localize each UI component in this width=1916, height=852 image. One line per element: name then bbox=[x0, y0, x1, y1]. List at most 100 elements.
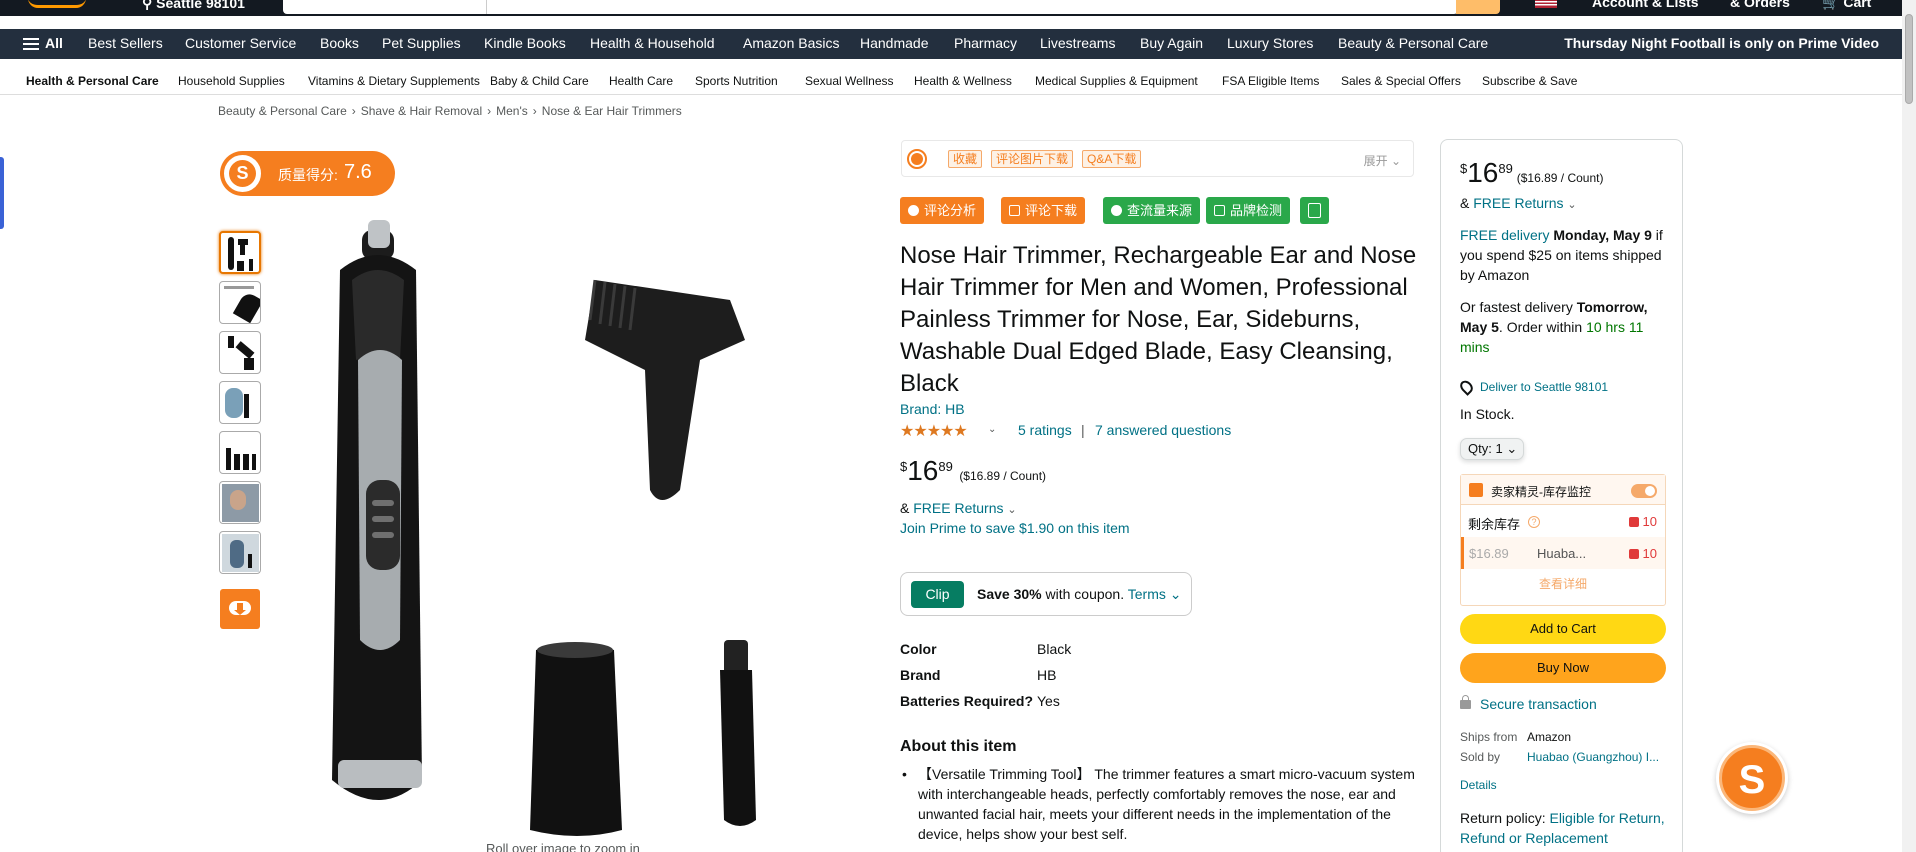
amazon-logo[interactable] bbox=[22, 0, 92, 14]
search-input[interactable] bbox=[283, 0, 1458, 14]
nav-health-household[interactable]: Health & Household bbox=[590, 35, 715, 51]
nav-buy-again[interactable]: Buy Again bbox=[1140, 35, 1203, 51]
quality-score-badge[interactable]: S 质量得分: 7.6 bbox=[220, 151, 395, 196]
nav-amazon-basics[interactable]: Amazon Basics bbox=[743, 35, 839, 51]
nav-all[interactable]: All bbox=[45, 35, 63, 51]
nav-beauty-personal-care[interactable]: Beauty & Personal Care bbox=[1338, 35, 1488, 51]
spec-value: Black bbox=[1037, 641, 1072, 657]
remaining-stock-count: 10 bbox=[1628, 514, 1657, 529]
spec-key: Batteries Required? bbox=[900, 693, 1034, 709]
image-thumbnail[interactable] bbox=[219, 431, 261, 474]
search-category-select[interactable] bbox=[283, 0, 487, 14]
buy-now-button[interactable]: Buy Now bbox=[1460, 653, 1666, 683]
remaining-stock-label: 剩余库存 bbox=[1468, 517, 1521, 532]
image-thumbnail[interactable] bbox=[219, 231, 261, 274]
add-to-cart-button[interactable]: Add to Cart bbox=[1460, 614, 1666, 644]
brand-check-button[interactable]: 品牌检测 bbox=[1206, 197, 1291, 224]
clip-coupon-button[interactable]: Clip bbox=[911, 581, 964, 608]
image-thumbnail[interactable] bbox=[219, 531, 261, 574]
subnav-item[interactable]: FSA Eligible Items bbox=[1222, 74, 1319, 88]
search-button[interactable] bbox=[1456, 0, 1500, 14]
details-link[interactable]: Details bbox=[1460, 778, 1497, 792]
product-main-image[interactable] bbox=[300, 220, 880, 840]
nav-books[interactable]: Books bbox=[320, 35, 359, 51]
breadcrumb-item[interactable]: Men's bbox=[496, 104, 528, 118]
subnav-item[interactable]: Health & Personal Care bbox=[26, 74, 159, 88]
buybox-free-returns[interactable]: & FREE Returns ⌄ bbox=[1460, 195, 1577, 211]
subnav-item[interactable]: Medical Supplies & Equipment bbox=[1035, 74, 1198, 88]
subnav-item[interactable]: Baby & Child Care bbox=[490, 74, 589, 88]
nav-kindle-books[interactable]: Kindle Books bbox=[484, 35, 566, 51]
nav-luxury-stores[interactable]: Luxury Stores bbox=[1227, 35, 1313, 51]
plugin-expand[interactable]: 展开 ⌄ bbox=[1364, 152, 1401, 169]
free-returns[interactable]: & FREE Returns ⌄ bbox=[900, 500, 1017, 516]
sellersprite-floating-button[interactable]: S bbox=[1716, 742, 1788, 814]
view-details-link[interactable]: 查看详细 bbox=[1461, 575, 1665, 592]
deliver-to-link[interactable]: Deliver to Seattle 98101 bbox=[1480, 380, 1608, 394]
chevron-down-icon: ⌄ bbox=[1390, 154, 1401, 168]
side-plugin-tab[interactable] bbox=[0, 157, 4, 229]
location-pin-icon: ⚲ bbox=[142, 0, 157, 11]
calculator-button[interactable] bbox=[1300, 197, 1329, 224]
plugin-tag-qa-download[interactable]: Q&A下载 bbox=[1082, 150, 1142, 168]
review-analysis-button[interactable]: 评论分析 bbox=[900, 197, 985, 224]
nav-handmade[interactable]: Handmade bbox=[860, 35, 929, 51]
subnav-item[interactable]: Vitamins & Dietary Supplements bbox=[308, 74, 480, 88]
image-download-button[interactable] bbox=[220, 589, 260, 629]
help-icon[interactable]: ? bbox=[1528, 516, 1540, 528]
hamburger-icon[interactable] bbox=[23, 38, 39, 50]
returns-orders[interactable]: & Orders bbox=[1730, 0, 1790, 10]
ratings-link[interactable]: 5 ratings bbox=[1018, 422, 1072, 438]
nav-customer-service[interactable]: Customer Service bbox=[185, 35, 296, 51]
image-thumbnail[interactable] bbox=[219, 331, 261, 374]
sold-by-link[interactable]: Huabao (Guangzhou) I... bbox=[1527, 750, 1659, 764]
nav-pharmacy[interactable]: Pharmacy bbox=[954, 35, 1017, 51]
brand-link[interactable]: Brand: HB bbox=[900, 401, 965, 417]
quality-score: 7.6 bbox=[344, 161, 372, 183]
secure-transaction-link[interactable]: Secure transaction bbox=[1480, 696, 1597, 712]
coupon-terms-link[interactable]: Terms ⌄ bbox=[1128, 586, 1182, 602]
breadcrumb-item[interactable]: Shave & Hair Removal bbox=[361, 104, 482, 118]
page-scrollbar[interactable] bbox=[1902, 0, 1916, 852]
plugin-tag-review-images[interactable]: 评论图片下载 bbox=[991, 150, 1074, 168]
delivery-info: FREE delivery Monday, May 9 if you spend… bbox=[1460, 227, 1663, 283]
subnav-item[interactable]: Health & Wellness bbox=[914, 74, 1012, 88]
image-thumbnail[interactable] bbox=[219, 281, 261, 324]
breadcrumb-item[interactable]: Nose & Ear Hair Trimmers bbox=[542, 104, 682, 118]
location-pin-icon bbox=[1457, 378, 1476, 396]
product-price: $1689 ($16.89 / Count) bbox=[900, 455, 1047, 486]
quantity-select[interactable]: Qty: 1 ⌄ bbox=[1460, 438, 1524, 460]
scrollbar-thumb[interactable] bbox=[1905, 14, 1913, 104]
star-rating[interactable]: ★★★★★ bbox=[900, 421, 968, 441]
traffic-source-button[interactable]: 查流量来源 bbox=[1103, 197, 1201, 224]
us-flag-icon[interactable] bbox=[1535, 0, 1557, 8]
subnav-item[interactable]: Subscribe & Save bbox=[1482, 74, 1577, 88]
about-heading: About this item bbox=[900, 738, 1017, 755]
spec-key: Brand bbox=[900, 667, 941, 683]
image-thumbnail[interactable] bbox=[219, 481, 261, 524]
prime-savings-link[interactable]: Join Prime to save $1.90 on this item bbox=[900, 520, 1130, 536]
subnav-item[interactable]: Sales & Special Offers bbox=[1341, 74, 1461, 88]
deliver-location[interactable]: ⚲ Seattle 98101 bbox=[142, 0, 245, 12]
unit-price: ($16.89 / Count) bbox=[959, 469, 1047, 483]
answered-questions-link[interactable]: 7 answered questions bbox=[1095, 422, 1231, 438]
sellersprite-logo-icon: S bbox=[221, 152, 264, 195]
review-download-button[interactable]: 评论下载 bbox=[1001, 197, 1086, 224]
subnav-item[interactable]: Sexual Wellness bbox=[805, 74, 894, 88]
chevron-down-icon[interactable]: ⌄ bbox=[988, 424, 996, 435]
account-lists[interactable]: Account & Lists bbox=[1592, 0, 1699, 10]
nav-pet-supplies[interactable]: Pet Supplies bbox=[382, 35, 461, 51]
subnav-item[interactable]: Health Care bbox=[609, 74, 673, 88]
stock-monitor-toggle[interactable] bbox=[1631, 484, 1657, 498]
breadcrumb-item[interactable]: Beauty & Personal Care bbox=[218, 104, 347, 118]
plugin-tag-favorite[interactable]: 收藏 bbox=[948, 150, 983, 168]
nav-promo[interactable]: Thursday Night Football is only on Prime… bbox=[1564, 35, 1879, 51]
subnav-item[interactable]: Sports Nutrition bbox=[695, 74, 778, 88]
chevron-down-icon: ⌄ bbox=[1567, 199, 1577, 211]
cart-link[interactable]: 🛒 Cart bbox=[1822, 0, 1871, 11]
subnav-item[interactable]: Household Supplies bbox=[178, 74, 285, 88]
nav-livestreams[interactable]: Livestreams bbox=[1040, 35, 1115, 51]
sellersprite-logo-icon: S bbox=[1719, 745, 1785, 811]
image-thumbnail[interactable] bbox=[219, 381, 261, 424]
nav-best-sellers[interactable]: Best Sellers bbox=[88, 35, 163, 51]
